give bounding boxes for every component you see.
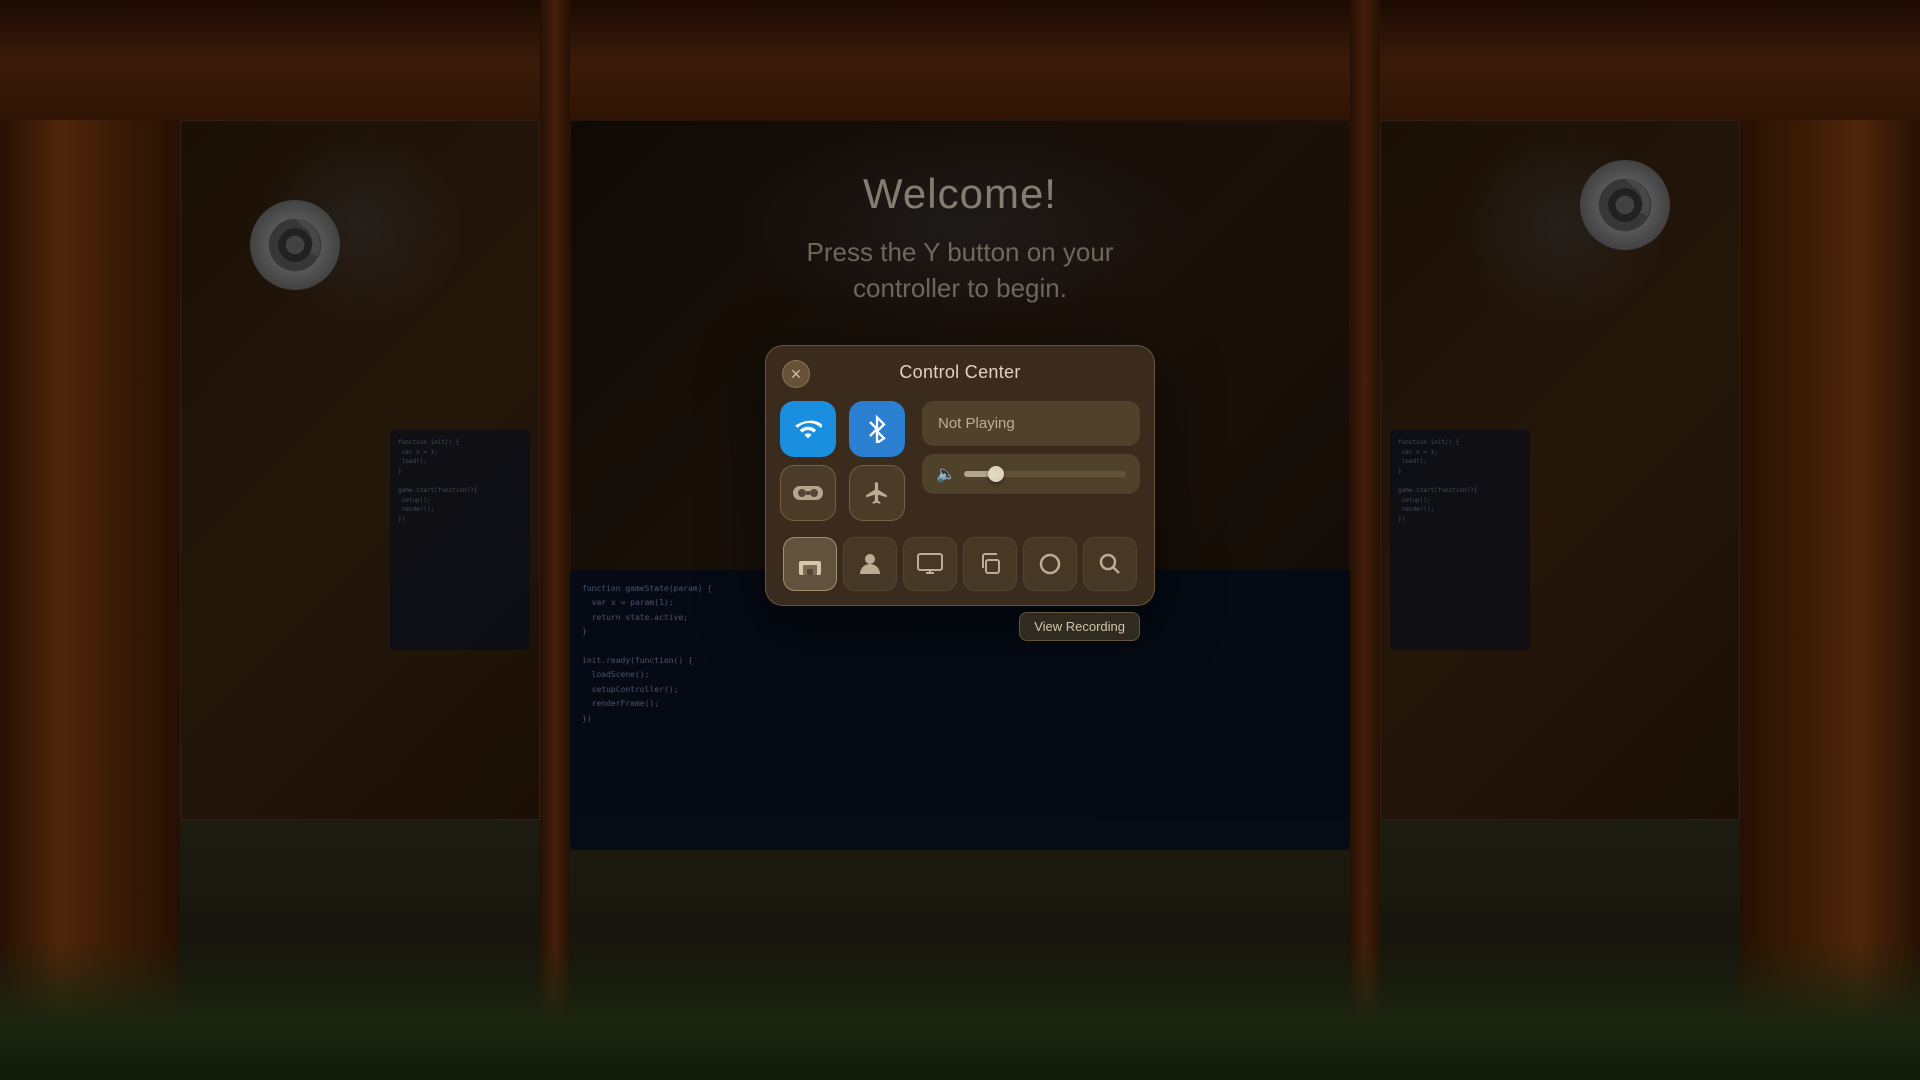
volume-thumb[interactable]: [988, 466, 1004, 482]
now-playing-label: Not Playing: [938, 415, 1015, 432]
modal-body: Not Playing 🔈: [766, 393, 1154, 537]
icon-grid: [780, 401, 910, 521]
control-center-modal: ✕ Control Center: [765, 345, 1155, 606]
circle-button[interactable]: [1023, 537, 1077, 591]
volume-box: 🔈: [922, 454, 1140, 494]
close-icon: ✕: [790, 366, 802, 383]
search-button[interactable]: [1083, 537, 1137, 591]
display-icon: [917, 553, 943, 575]
steam-icon-left: [265, 215, 325, 275]
steam-logo-right: [1580, 160, 1670, 250]
airplane-button[interactable]: [849, 465, 905, 521]
close-button[interactable]: ✕: [782, 360, 810, 388]
vr-headset-icon: [792, 482, 824, 504]
circle-icon: [1039, 553, 1061, 575]
airplane-icon: [864, 480, 890, 506]
wifi-button[interactable]: [780, 401, 836, 457]
user-icon: [859, 552, 881, 576]
welcome-container: Welcome! Press the Y button on your cont…: [807, 170, 1114, 307]
volume-track[interactable]: [964, 471, 1126, 477]
code-panel-left: function init() { var x = 1; load(); } g…: [390, 430, 530, 650]
vr-headset-button[interactable]: [780, 465, 836, 521]
code-panel-right: function init() { var x = 1; load(); } g…: [1390, 430, 1530, 650]
home-icon: [797, 553, 823, 575]
bottom-toolbar: [766, 537, 1154, 605]
welcome-line2: controller to begin.: [853, 273, 1067, 303]
display-button[interactable]: [903, 537, 957, 591]
bluetooth-icon: [865, 415, 889, 443]
welcome-title: Welcome!: [807, 170, 1114, 218]
right-section: Not Playing 🔈: [922, 401, 1140, 521]
welcome-line1: Press the Y button on your: [807, 237, 1114, 267]
view-recording-tooltip[interactable]: View Recording: [1019, 612, 1140, 641]
steam-logo-left: [250, 200, 340, 290]
view-recording-label: View Recording: [1034, 619, 1125, 634]
bluetooth-button[interactable]: [849, 401, 905, 457]
modal-title: Control Center: [899, 362, 1020, 382]
search-icon: [1099, 553, 1121, 575]
user-button[interactable]: [843, 537, 897, 591]
code-panel-center: function gameState(param) { var x = para…: [570, 570, 1350, 850]
steam-icon-right: [1595, 175, 1655, 235]
volume-icon: 🔈: [936, 464, 956, 484]
now-playing-box: Not Playing: [922, 401, 1140, 446]
copy-button[interactable]: [963, 537, 1017, 591]
welcome-subtitle: Press the Y button on your controller to…: [807, 234, 1114, 307]
wifi-icon: [794, 415, 822, 443]
home-button[interactable]: [783, 537, 837, 591]
modal-header: ✕ Control Center: [766, 346, 1154, 393]
copy-icon: [979, 553, 1001, 575]
